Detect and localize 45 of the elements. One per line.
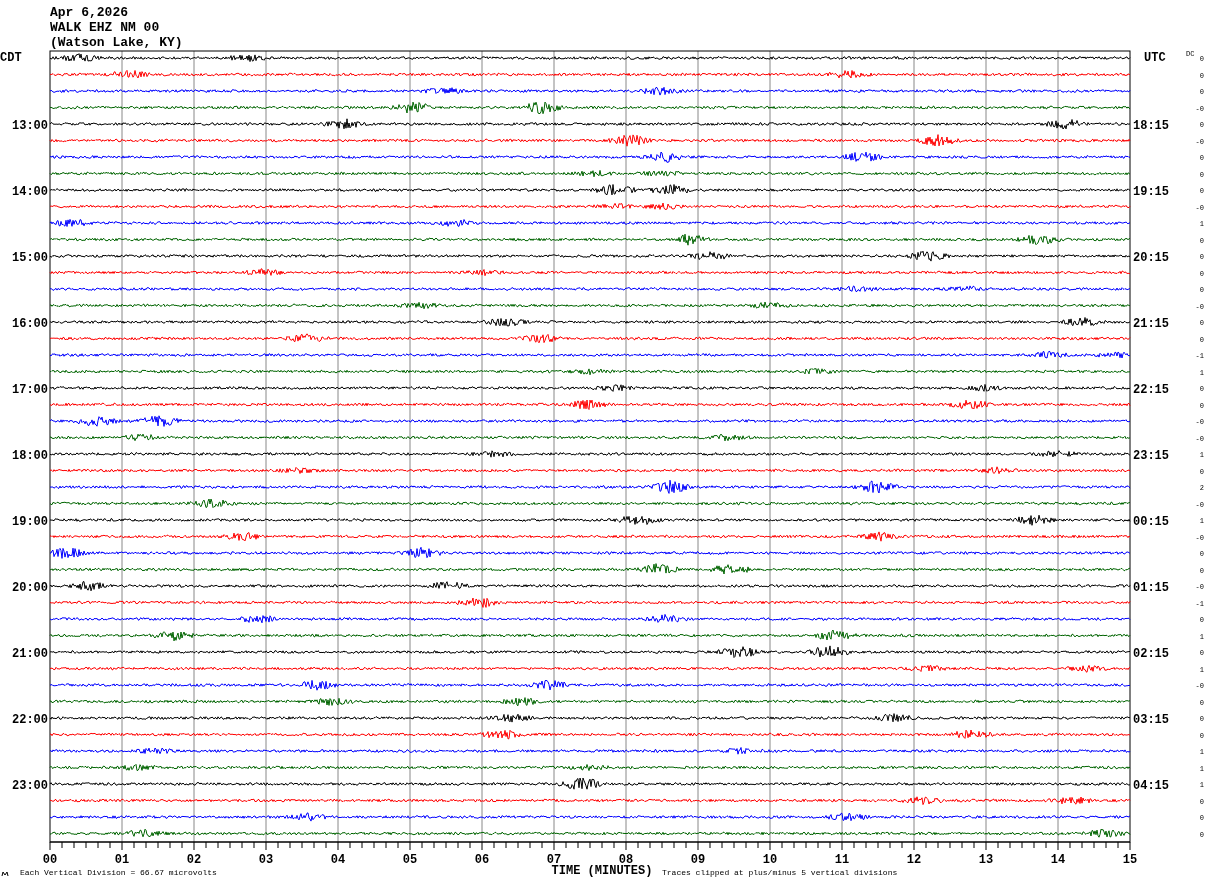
station-location: (Watson Lake, KY)	[50, 35, 183, 50]
utc-time-label: 01:15	[1133, 581, 1169, 595]
timezone-label: CDT	[0, 51, 22, 65]
time-axis-tick-label: 10	[762, 853, 778, 867]
clip-note: Traces clipped at plus/minus 5 vertical divisions	[662, 868, 898, 877]
time-axis-tick-label: 09	[690, 853, 706, 867]
time-axis-tick-label: 13	[978, 853, 994, 867]
utc-time-label: 19:15	[1133, 185, 1169, 199]
time-axis-tick-label: 04	[330, 853, 346, 867]
time-axis-tick-label: 00	[42, 853, 58, 867]
time-axis-tick-label: 02	[186, 853, 202, 867]
station-name: WALK EHZ NM 00	[50, 20, 160, 35]
utc-time-label: 00:15	[1133, 515, 1169, 529]
utc-time-label: 03:15	[1133, 713, 1169, 727]
time-axis-tick-label: 14	[1050, 853, 1066, 867]
local-time-label: 15:00	[12, 251, 48, 265]
time-axis-tick-label: 03	[258, 853, 274, 867]
local-time-label: 23:00	[12, 779, 48, 793]
scale-note: Each Vertical Division = 66.67 microvolts	[20, 868, 217, 877]
utc-time-label: 18:15	[1133, 119, 1169, 133]
local-time-label: 18:00	[12, 449, 48, 463]
local-time-label: 22:00	[12, 713, 48, 727]
local-time-label: 20:00	[12, 581, 48, 595]
time-axis-tick-label: 06	[474, 853, 490, 867]
utc-time-label: 23:15	[1133, 449, 1169, 463]
utc-time-label: 20:15	[1133, 251, 1169, 265]
local-time-label: 16:00	[12, 317, 48, 331]
logo-icon	[1, 871, 9, 877]
time-axis-tick-label: 11	[834, 853, 850, 867]
time-axis-title: TIME (MINUTES)	[551, 864, 653, 878]
timezone-label: UTC	[1144, 51, 1166, 65]
time-axis-tick-label: 01	[114, 853, 130, 867]
local-time-label: 17:00	[12, 383, 48, 397]
local-time-label: 19:00	[12, 515, 48, 529]
time-axis-tick-label: 15	[1122, 853, 1138, 867]
local-time-label: 14:00	[12, 185, 48, 199]
local-time-label: 21:00	[12, 647, 48, 661]
time-axis-tick-label: 05	[402, 853, 418, 867]
utc-time-label: 04:15	[1133, 779, 1169, 793]
utc-time-label: 22:15	[1133, 383, 1169, 397]
plot-date: Apr 6,2026	[50, 5, 128, 20]
local-time-label: 13:00	[12, 119, 48, 133]
time-axis-tick-label: 12	[906, 853, 922, 867]
utc-time-label: 02:15	[1133, 647, 1169, 661]
utc-time-label: 21:15	[1133, 317, 1169, 331]
